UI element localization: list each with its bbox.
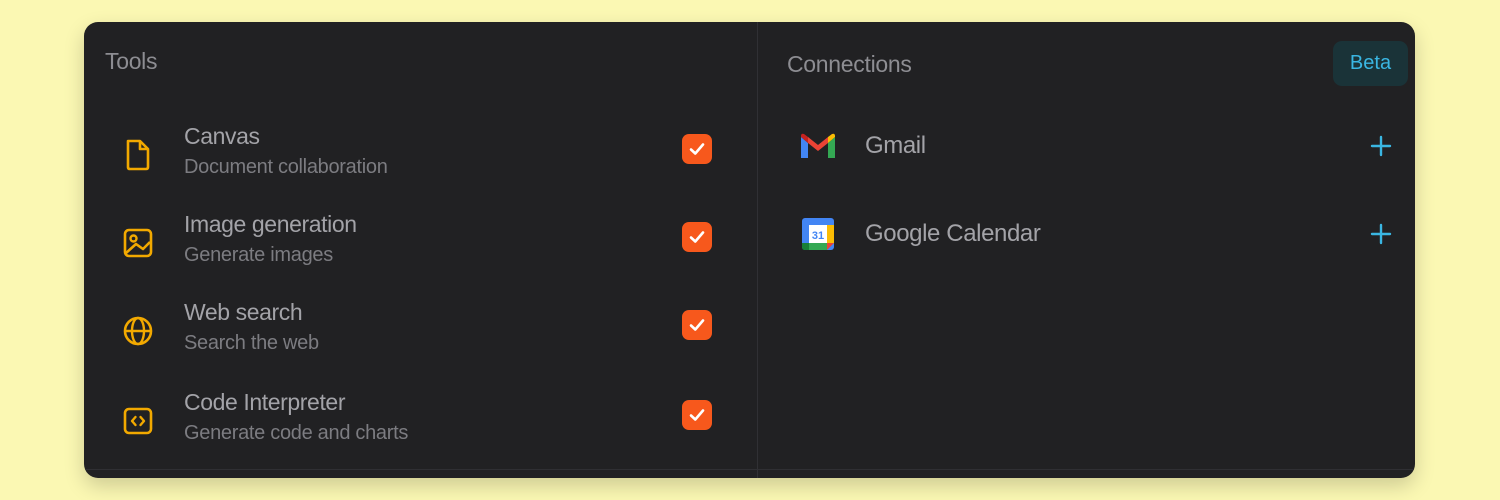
connection-name: Google Calendar — [865, 220, 1041, 247]
connections-section: Connections Beta Gmail 31 Google Calenda… — [758, 22, 1415, 478]
plus-icon[interactable] — [1367, 132, 1395, 160]
tool-name: Code Interpreter — [184, 389, 346, 415]
checkbox-checked[interactable] — [682, 222, 712, 252]
globe-icon — [120, 313, 156, 349]
tool-row-image-generation[interactable]: Image generation Generate images — [84, 211, 758, 281]
tool-row-canvas[interactable]: Canvas Document collaboration — [84, 123, 758, 193]
checkbox-checked[interactable] — [682, 134, 712, 164]
tool-row-code-interpreter[interactable]: Code Interpreter Generate code and chart… — [84, 389, 758, 459]
tool-name: Canvas — [184, 123, 260, 149]
tool-description: Generate code and charts — [184, 422, 409, 444]
tool-row-web-search[interactable]: Web search Search the web — [84, 299, 758, 369]
plus-icon[interactable] — [1367, 220, 1395, 248]
tools-section: Tools Canvas Document collaboration Imag… — [84, 22, 758, 478]
code-icon — [120, 403, 156, 439]
google-calendar-icon: 31 — [798, 214, 838, 254]
tools-connections-panel: Tools Canvas Document collaboration Imag… — [84, 22, 1415, 478]
tool-name: Image generation — [184, 211, 357, 237]
connections-title: Connections — [787, 51, 912, 77]
gmail-icon — [798, 126, 838, 166]
tools-title: Tools — [105, 48, 158, 74]
tool-description: Generate images — [184, 244, 333, 266]
tool-description: Search the web — [184, 332, 319, 354]
image-icon — [120, 225, 156, 261]
document-icon — [120, 137, 156, 173]
calendar-day: 31 — [812, 230, 824, 242]
checkbox-checked[interactable] — [682, 310, 712, 340]
connection-row-google-calendar[interactable]: 31 Google Calendar — [758, 204, 1415, 264]
connection-row-gmail[interactable]: Gmail — [758, 116, 1415, 176]
tool-name: Web search — [184, 299, 303, 325]
connection-name: Gmail — [865, 132, 926, 159]
tool-description: Document collaboration — [184, 156, 388, 178]
beta-badge: Beta — [1333, 41, 1408, 86]
checkbox-checked[interactable] — [682, 400, 712, 430]
